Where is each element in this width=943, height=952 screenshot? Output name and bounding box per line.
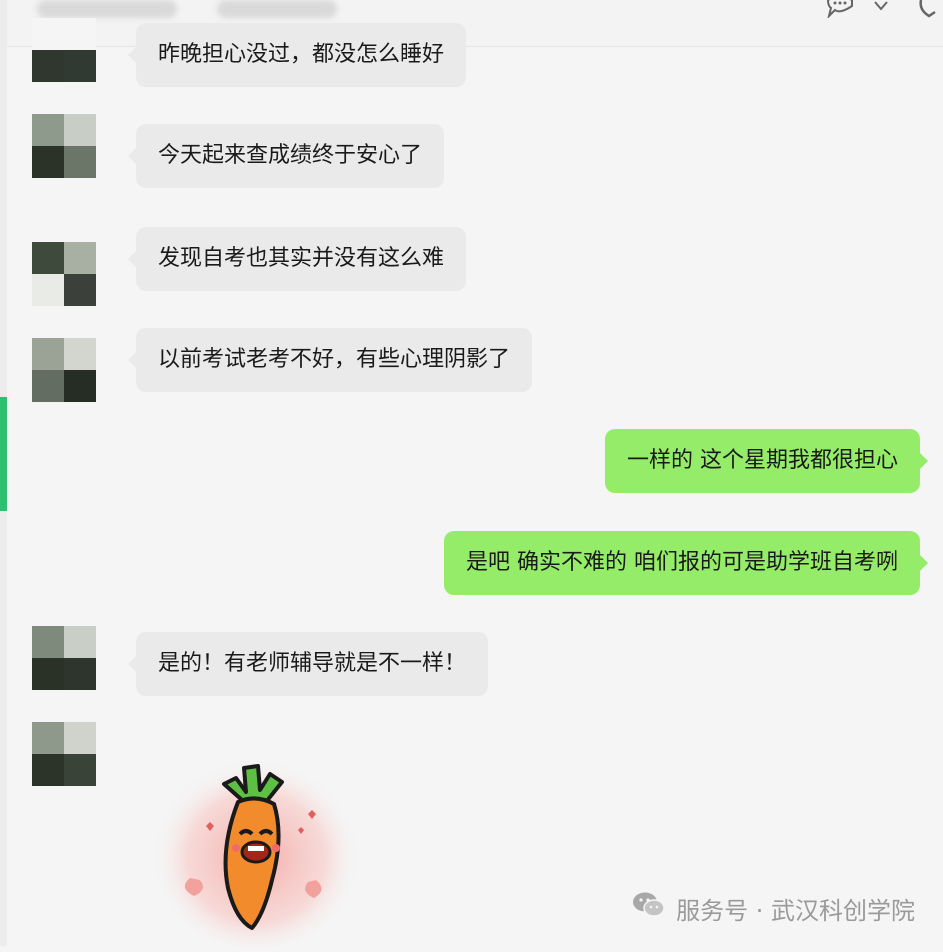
- incoming-message[interactable]: 昨晚担心没过，都没怎么睡好: [127, 23, 467, 87]
- contact-avatar[interactable]: [32, 722, 96, 786]
- contact-avatar[interactable]: [32, 626, 96, 690]
- scroll-indicator[interactable]: [0, 397, 7, 511]
- phone-icon[interactable]: [915, 0, 943, 21]
- chat-bubble-icon[interactable]: [825, 0, 855, 21]
- contact-avatar[interactable]: [32, 18, 96, 82]
- watermark-text: 服务号 · 武汉科创学院: [676, 896, 915, 925]
- incoming-message[interactable]: 今天起来查成绩终于安心了: [127, 124, 445, 188]
- chevron-down-icon[interactable]: [873, 0, 889, 21]
- outgoing-message[interactable]: 是吧 确实不难的 咱们报的可是助学班自考咧: [444, 531, 928, 595]
- incoming-message[interactable]: 以前考试老考不好，有些心理阴影了: [127, 328, 533, 392]
- incoming-message[interactable]: 是的！有老师辅导就是不一样！: [127, 632, 489, 696]
- outgoing-message[interactable]: 一样的 这个星期我都很担心: [605, 429, 928, 493]
- contact-avatar[interactable]: [32, 114, 96, 178]
- carrot-sticker[interactable]: [148, 738, 368, 948]
- blurred-subtitle: [217, 0, 337, 18]
- contact-avatar[interactable]: [32, 338, 96, 402]
- contact-avatar[interactable]: [32, 242, 96, 306]
- incoming-message[interactable]: 发现自考也其实并没有这么难: [127, 227, 467, 291]
- wechat-icon: [632, 891, 666, 925]
- blurred-title: [37, 0, 177, 18]
- account-watermark: 服务号 · 武汉科创学院: [632, 890, 915, 926]
